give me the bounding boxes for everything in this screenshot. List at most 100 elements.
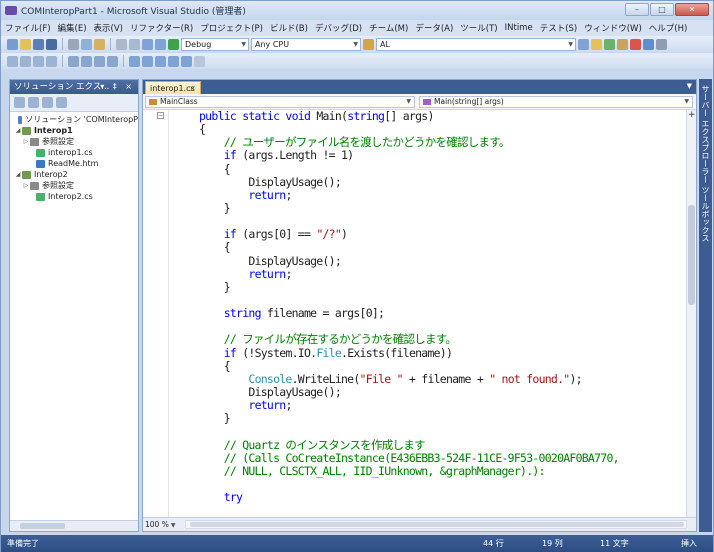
tab-interop1-cs[interactable]: interop1.cs × — [145, 81, 201, 94]
comment-out-icon[interactable] — [94, 55, 105, 67]
code-line[interactable]: if (!System.IO.File.Exists(filename)) — [199, 346, 619, 360]
extension-manager-icon[interactable] — [643, 38, 654, 50]
menu-item[interactable]: ビルド(B) — [270, 22, 308, 34]
properties-icon[interactable] — [14, 97, 25, 108]
menu-item[interactable]: チーム(M) — [369, 22, 408, 34]
editor-horizontal-scrollbar[interactable] — [185, 520, 687, 529]
code-line[interactable]: // NULL, CLSCTX_ALL, IID_IUnknown, &grap… — [199, 464, 619, 478]
zoom-select[interactable]: 100 % ▼ — [145, 519, 185, 530]
tree-item[interactable]: Interop2.cs — [10, 191, 138, 202]
output-window-icon[interactable] — [656, 38, 667, 50]
undo-icon[interactable] — [116, 38, 127, 50]
tree-item[interactable]: ▷ 参照設定 — [10, 180, 138, 191]
minimize-button[interactable]: – — [625, 3, 649, 16]
complete-word-icon[interactable] — [46, 55, 57, 67]
code-text[interactable]: public static void Main(string[] args){ … — [199, 110, 620, 504]
tree-item[interactable]: ◢ Interop2 — [10, 169, 138, 180]
bookmark-toggle-icon[interactable] — [129, 55, 140, 67]
tree-item[interactable]: ▷ 参照設定 — [10, 136, 138, 147]
menu-item[interactable]: プロジェクト(P) — [200, 22, 263, 34]
solution-explorer-horizontal-scrollbar[interactable] — [10, 520, 138, 531]
scrollbar-thumb[interactable] — [190, 522, 684, 527]
cut-icon[interactable] — [68, 38, 79, 50]
uncomment-icon[interactable] — [107, 55, 118, 67]
member-dropdown[interactable]: Main(string[] args) ▼ — [419, 96, 693, 108]
code-line[interactable]: } — [199, 201, 619, 215]
chevron-down-icon[interactable]: ▼ — [687, 82, 692, 90]
open-file-icon[interactable] — [20, 38, 31, 50]
solution-configuration-select[interactable]: Debug ▼ — [181, 37, 249, 51]
solution-platform-select[interactable]: Any CPU ▼ — [251, 37, 361, 51]
bookmark-next-icon[interactable] — [155, 55, 166, 67]
maximize-button[interactable]: □ — [650, 3, 674, 16]
toolbar-options-icon[interactable] — [194, 55, 205, 67]
code-line[interactable]: return; — [199, 399, 619, 412]
properties-icon[interactable] — [591, 38, 602, 50]
menu-item[interactable]: ウィンドウ(W) — [584, 22, 642, 34]
find-in-files-icon[interactable] — [363, 38, 374, 50]
refresh-icon[interactable] — [42, 97, 53, 108]
quick-info-icon[interactable] — [33, 55, 44, 67]
side-tool-rail[interactable]: サーバー エクスプローラー ツールボックス — [699, 79, 712, 532]
tree-item[interactable]: interop1.cs — [10, 147, 138, 158]
expand-arrow-icon[interactable]: ◢ — [14, 169, 22, 180]
menu-item[interactable]: ファイル(F) — [5, 22, 51, 34]
show-all-files-icon[interactable] — [28, 97, 39, 108]
class-dropdown[interactable]: MainClass ▼ — [145, 96, 415, 108]
bookmark-clear-icon[interactable] — [168, 55, 179, 67]
menu-item[interactable]: テスト(S) — [540, 22, 578, 34]
object-browser-icon[interactable] — [604, 38, 615, 50]
navigate-back-icon[interactable] — [142, 38, 153, 50]
menu-item[interactable]: INtime — [505, 23, 533, 33]
navigate-forward-icon[interactable] — [155, 38, 166, 50]
code-line[interactable]: public static void Main(string[] args) — [199, 110, 619, 123]
code-line[interactable]: if (args[0] == "/?") — [199, 228, 619, 241]
menu-item[interactable]: ヘルプ(H) — [649, 22, 688, 34]
panel-header-buttons[interactable]: ▾ ‡ × — [100, 80, 135, 94]
view-class-diagram-icon[interactable] — [56, 97, 67, 108]
code-line[interactable]: string filename = args[0]; — [199, 307, 619, 320]
find-combo[interactable]: AL ▼ — [376, 37, 576, 51]
redo-icon[interactable] — [129, 38, 140, 50]
bookmark-previous-icon[interactable] — [142, 55, 153, 67]
bookmark-folder-icon[interactable] — [181, 55, 192, 67]
copy-icon[interactable] — [81, 38, 92, 50]
menu-item[interactable]: デバッグ(D) — [315, 22, 362, 34]
increase-indent-icon[interactable] — [81, 55, 92, 67]
scrollbar-thumb[interactable] — [688, 205, 695, 305]
expand-arrow-icon[interactable]: ◢ — [14, 125, 22, 136]
code-line[interactable]: return; — [199, 267, 619, 281]
menu-item[interactable]: 編集(E) — [58, 22, 87, 34]
close-button[interactable]: ✕ — [675, 3, 709, 16]
scrollbar-thumb[interactable] — [20, 523, 65, 529]
parameter-info-icon[interactable] — [20, 55, 31, 67]
expand-arrow-icon[interactable]: ▷ — [22, 180, 30, 191]
save-all-icon[interactable] — [46, 38, 57, 50]
tree-item[interactable]: ReadMe.htm — [10, 158, 138, 169]
code-line[interactable]: } — [199, 280, 619, 294]
save-icon[interactable] — [33, 38, 44, 50]
display-object-members-icon[interactable] — [7, 55, 18, 67]
menu-item[interactable]: 表示(V) — [94, 22, 123, 34]
menu-item[interactable]: データ(A) — [415, 22, 453, 34]
start-page-icon[interactable] — [630, 38, 641, 50]
menu-item[interactable]: ツール(T) — [460, 22, 497, 34]
code-area[interactable]: − public static void Main(string[] args)… — [143, 110, 686, 519]
start-debugging-icon[interactable] — [168, 38, 179, 50]
expand-arrow-icon[interactable]: ▷ — [22, 136, 30, 147]
code-line[interactable]: try — [199, 491, 619, 504]
paste-icon[interactable] — [94, 38, 105, 50]
code-line[interactable] — [199, 478, 619, 491]
collapse-outline-icon[interactable]: − — [157, 112, 164, 119]
editor-vertical-scrollbar[interactable]: + — [686, 110, 696, 519]
new-project-icon[interactable] — [7, 38, 18, 50]
toolbox-icon[interactable] — [617, 38, 628, 50]
solution-explorer-icon[interactable] — [578, 38, 589, 50]
decrease-indent-icon[interactable] — [68, 55, 79, 67]
tree-item[interactable]: ◢ Interop1 — [10, 125, 138, 136]
code-line[interactable]: if (args.Length != 1) — [199, 149, 619, 162]
code-line[interactable]: } — [199, 412, 619, 425]
tree-item[interactable]: ソリューション 'COMInteropP — [10, 114, 138, 125]
menu-item[interactable]: リファクター(R) — [130, 22, 193, 34]
side-rail-tabs[interactable]: サーバー エクスプローラー ツールボックス — [700, 85, 711, 242]
